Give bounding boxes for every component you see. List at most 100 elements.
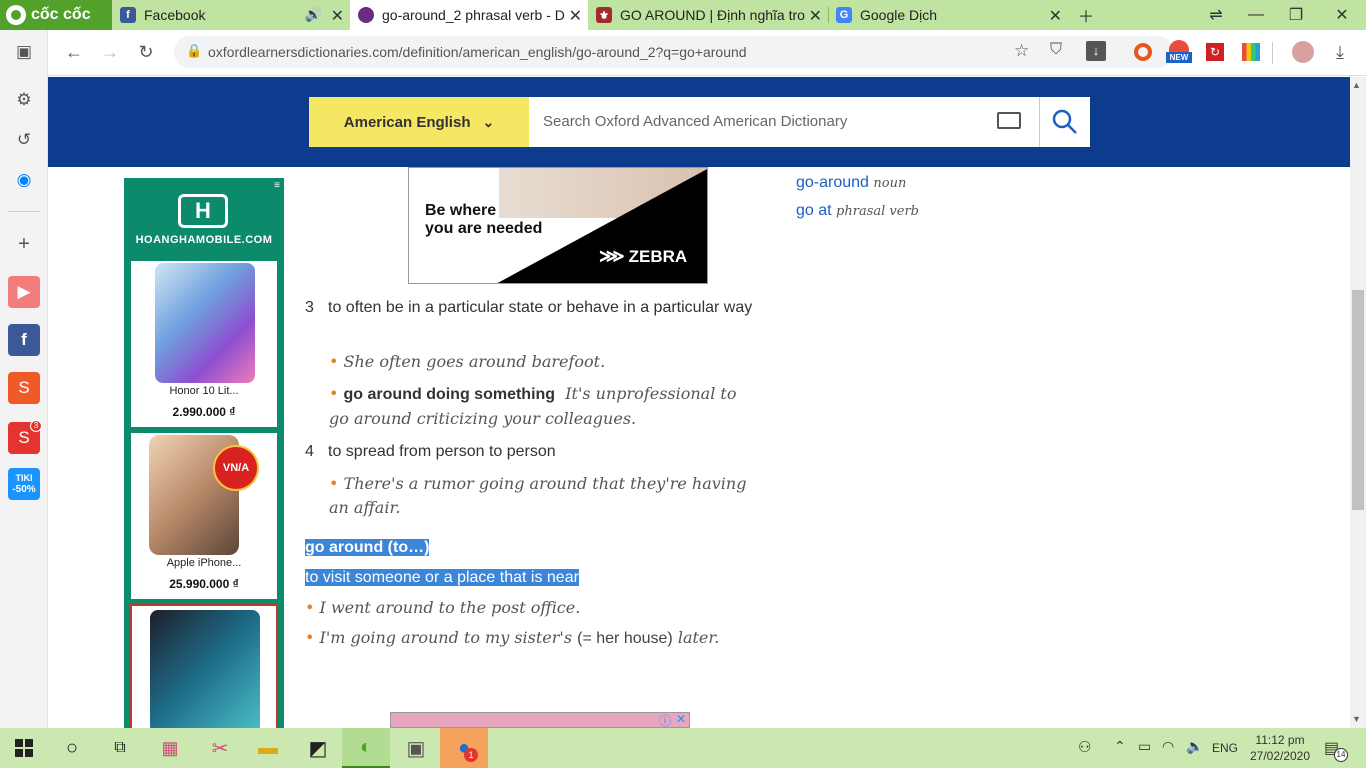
zalo-taskbar-icon[interactable]: ● xyxy=(440,728,488,768)
bookmark-star-icon[interactable]: ☆ xyxy=(1014,41,1029,61)
add-sidebar-icon[interactable]: + xyxy=(8,228,40,260)
search-taskbar-icon[interactable]: ○ xyxy=(48,728,96,768)
close-window-button[interactable]: ✕ xyxy=(1322,0,1362,30)
tab-list-icon[interactable]: ⇌ xyxy=(1196,0,1236,30)
coccoc-logo-icon xyxy=(6,5,26,25)
keyboard-icon[interactable] xyxy=(997,112,1021,129)
restore-button[interactable]: ❐ xyxy=(1276,0,1316,30)
language-label: American English xyxy=(343,113,471,131)
messenger-icon[interactable]: ◉ xyxy=(8,164,40,196)
ad-menu-icon[interactable]: ≡ xyxy=(274,180,280,191)
close-tab-icon[interactable]: ✕ xyxy=(1049,6,1062,26)
zebra-ad[interactable]: Be where you are needed ⋙ ZEBRA xyxy=(408,167,708,284)
app-taskbar-icon[interactable]: ▣ xyxy=(392,728,440,768)
new-tab-button[interactable]: ＋ xyxy=(1066,0,1106,30)
phrasal-verb-headword[interactable]: go around (to…) xyxy=(305,536,430,560)
language-selector[interactable]: American English ⌄ xyxy=(309,97,529,147)
scroll-down-icon[interactable]: ▼ xyxy=(1352,714,1361,724)
paint-app-icon[interactable]: ▦ xyxy=(146,728,194,768)
related-entry[interactable]: go at phrasal verb xyxy=(796,202,919,220)
task-view-icon[interactable]: ⧉ xyxy=(96,728,144,768)
related-word: go at xyxy=(796,202,832,219)
close-tab-icon[interactable]: ✕ xyxy=(804,6,822,26)
cambridge-icon: ⚜ xyxy=(596,7,612,23)
close-tab-icon[interactable]: ✕ xyxy=(331,6,344,26)
example-pattern: go around doing something xyxy=(343,386,556,403)
scroll-up-icon[interactable]: ▲ xyxy=(1352,80,1361,90)
coccoc-brand: cốc cốc xyxy=(31,6,91,23)
bottom-ad[interactable]: ⓘ ✕ xyxy=(390,712,690,728)
back-button[interactable]: ← xyxy=(62,42,86,63)
download-page-icon[interactable]: ↓ xyxy=(1086,41,1106,61)
close-tab-icon[interactable]: ✕ xyxy=(564,6,582,26)
wifi-icon[interactable]: ◠ xyxy=(1162,738,1174,755)
tray-chevron-icon[interactable]: ⌃ xyxy=(1114,738,1126,755)
tab-oxford[interactable]: go-around_2 phrasal verb - D ✕ xyxy=(350,0,588,30)
snipping-app-icon[interactable]: ✂ xyxy=(196,728,244,768)
extension-colors-icon[interactable] xyxy=(1242,43,1260,61)
address-bar[interactable]: 🔒 oxfordlearnersdictionaries.com/definit… xyxy=(174,36,1174,68)
ad-brand: ZEBRA xyxy=(628,246,688,266)
example-sentence: • go around doing something It's unprofe… xyxy=(329,384,737,428)
tab-cambridge[interactable]: ⚜ GO AROUND | Định nghĩa tro ✕ xyxy=(588,0,828,30)
shopee-icon[interactable]: S xyxy=(8,372,40,404)
coccoc-taskbar-icon[interactable]: ◐ xyxy=(342,728,390,768)
sticky-notes-icon[interactable]: ◩ xyxy=(294,728,342,768)
profile-avatar[interactable] xyxy=(1292,41,1314,63)
clock[interactable]: 11:12 pm 27/02/2020 xyxy=(1248,732,1312,764)
tiki-sale-label: -50% xyxy=(12,484,36,495)
facebook-sidebar-icon[interactable]: f xyxy=(8,324,40,356)
speaker-icon[interactable]: 🔊 xyxy=(305,6,322,23)
related-pos: phrasal verb xyxy=(836,204,919,219)
extension-new-icon[interactable]: NEW xyxy=(1166,40,1192,66)
search-button[interactable] xyxy=(1039,97,1090,147)
tiki-icon[interactable]: TIKI -50% xyxy=(8,468,40,500)
extension-chrome-icon[interactable] xyxy=(1134,43,1152,61)
ad-info-icon[interactable]: ⓘ xyxy=(659,712,671,729)
new-badge: NEW xyxy=(1166,52,1192,63)
language-indicator[interactable]: ENG xyxy=(1212,741,1238,755)
related-word: go-around xyxy=(796,174,869,191)
tab-facebook[interactable]: f Facebook 🔊 ✕ xyxy=(112,0,350,30)
product-image xyxy=(155,263,255,383)
forward-button[interactable]: → xyxy=(98,42,122,63)
bullet-icon: • xyxy=(329,352,344,371)
lock-icon[interactable]: 🔒 xyxy=(186,43,202,59)
tab-google-translate[interactable]: G Google Dịch ✕ xyxy=(828,0,1068,30)
history-icon[interactable]: ↺ xyxy=(8,124,40,156)
scrollbar-thumb[interactable] xyxy=(1352,290,1364,510)
phrasal-verb-definition: to visit someone or a place that is near xyxy=(305,569,579,586)
product-card[interactable]: VN/A Apple iPhone... 25.990.000 ₫ xyxy=(130,432,278,600)
windows-start-icon[interactable] xyxy=(0,728,48,768)
url-text[interactable]: oxfordlearnersdictionaries.com/definitio… xyxy=(208,44,747,60)
product-card[interactable]: Honor 10 Lit... 2.990.000 ₫ xyxy=(130,260,278,428)
downloads-icon[interactable]: ⤓ xyxy=(1328,42,1352,63)
coccoc-menu-button[interactable]: cốc cốc xyxy=(0,0,112,30)
product-card[interactable] xyxy=(130,604,278,734)
reload-button[interactable]: ↻ xyxy=(134,42,158,63)
battery-icon[interactable]: ▭ xyxy=(1138,738,1151,755)
windows-taskbar: ○ ⧉ ▦ ✂ ▬ ◩ ◐ ▣ ● 1 ⚇ ⌃ ▭ ◠ 🔈 ENG 11:12 … xyxy=(0,728,1366,768)
minimize-button[interactable]: — xyxy=(1236,0,1276,30)
file-explorer-icon[interactable]: ▬ xyxy=(244,728,292,768)
ad-headline-1: Be where xyxy=(425,202,497,219)
shield-icon[interactable]: ⛉ xyxy=(1050,41,1062,59)
ad-close-icon[interactable]: ✕ xyxy=(676,712,686,726)
search-input[interactable]: Search Oxford Advanced American Dictiona… xyxy=(529,97,1039,147)
related-entry[interactable]: go-around noun xyxy=(796,174,906,192)
settings-icon[interactable]: ⚙ xyxy=(8,84,40,116)
people-icon[interactable]: ⚇ xyxy=(1078,738,1091,756)
volume-icon[interactable]: 🔈 xyxy=(1186,738,1203,755)
site-header: American English ⌄ Search Oxford Advance… xyxy=(48,77,1350,167)
product-name: Apple iPhone... xyxy=(166,557,242,569)
chevron-down-icon: ⌄ xyxy=(482,113,495,130)
hoangha-ad[interactable]: ≡ H HOANGHAMOBILE.COM Honor 10 Lit... 2.… xyxy=(124,178,284,734)
youtube-icon[interactable]: ▶ xyxy=(8,276,40,308)
vna-badge: VN/A xyxy=(213,445,259,491)
sense-definition: to spread from person to person xyxy=(328,443,556,460)
sidebar-toggle-icon[interactable]: ▣ xyxy=(8,36,40,68)
zalo-badge: 1 xyxy=(464,748,478,762)
clock-date: 27/02/2020 xyxy=(1249,749,1311,763)
ad-headline-2: you are needed xyxy=(425,220,543,237)
extension-sync-icon[interactable]: ↻ xyxy=(1206,43,1224,61)
